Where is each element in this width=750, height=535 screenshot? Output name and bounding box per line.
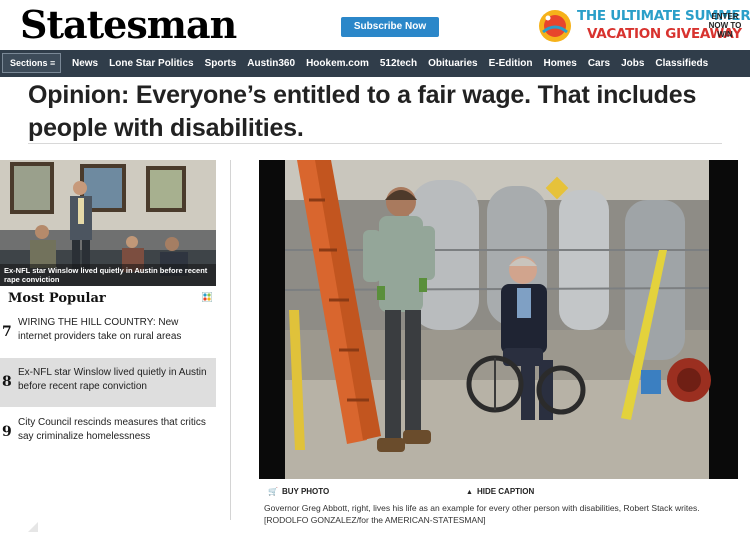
column-divider xyxy=(230,160,231,520)
list-item[interactable]: 8 Ex-NFL star Winslow lived quietly in A… xyxy=(0,358,216,407)
site-logo[interactable]: Statesman xyxy=(20,3,237,47)
article-photo[interactable] xyxy=(259,160,738,479)
brewery-scene-photo xyxy=(259,160,738,479)
hide-caption-label: HIDE CAPTION xyxy=(476,487,535,496)
nav-item-hookem[interactable]: Hookem.com xyxy=(306,58,369,69)
sections-menu-button[interactable]: Sections ≡ xyxy=(2,53,61,73)
teaser-story-image[interactable]: Ex-NFL star Winslow lived quietly in Aus… xyxy=(0,160,216,286)
summer-badge-icon xyxy=(539,10,571,42)
list-item-rank: 9 xyxy=(2,424,12,440)
nav-item-512tech[interactable]: 512tech xyxy=(380,58,417,69)
list-item-rank: 8 xyxy=(2,374,12,390)
caret-up-icon: ▲ xyxy=(466,489,473,496)
nav-item-jobs[interactable]: Jobs xyxy=(621,58,644,69)
list-item[interactable]: 9 City Council rescinds measures that cr… xyxy=(0,408,216,457)
header-ad-banner[interactable]: THE ULTIMATE SUMMER VACATION GIVEAWAY EN… xyxy=(537,6,750,46)
list-item-rank: 7 xyxy=(2,324,12,340)
nav-item-classifieds[interactable]: Classifieds xyxy=(655,58,708,69)
list-item-headline[interactable]: Ex-NFL star Winslow lived quietly in Aus… xyxy=(18,366,214,394)
most-popular-heading: Most Popular xyxy=(8,291,106,306)
nav-item-obituaries[interactable]: Obituaries xyxy=(428,58,477,69)
nav-item-e-edition[interactable]: E-Edition xyxy=(489,58,533,69)
nav-item-sports[interactable]: Sports xyxy=(205,58,237,69)
nav-links: News Lone Star Politics Sports Austin360… xyxy=(72,50,708,77)
list-item[interactable]: 7 WIRING THE HILL COUNTRY: New internet … xyxy=(0,308,216,357)
buy-photo-link[interactable]: 🛒 BUY PHOTO xyxy=(268,487,329,496)
list-item-headline[interactable]: WIRING THE HILL COUNTRY: New internet pr… xyxy=(18,316,214,344)
scroll-corner-icon[interactable] xyxy=(28,522,38,532)
nav-item-austin360[interactable]: Austin360 xyxy=(247,58,295,69)
page: Statesman Subscribe Now THE ULTIMATE SUM… xyxy=(0,0,750,535)
subscribe-button[interactable]: Subscribe Now xyxy=(341,17,439,37)
photo-toolbar: 🛒 BUY PHOTO ▲ HIDE CAPTION xyxy=(264,487,738,501)
nav-item-homes[interactable]: Homes xyxy=(543,58,576,69)
cart-icon: 🛒 xyxy=(268,487,278,496)
photo-caption: Governor Greg Abbott, right, lives his l… xyxy=(264,503,700,525)
main-nav: Sections ≡ News Lone Star Politics Sport… xyxy=(0,50,750,77)
teaser-caption[interactable]: Ex-NFL star Winslow lived quietly in Aus… xyxy=(0,264,216,286)
nav-item-lone-star-politics[interactable]: Lone Star Politics xyxy=(109,58,193,69)
hide-caption-toggle[interactable]: ▲ HIDE CAPTION xyxy=(466,487,534,496)
site-header: Statesman Subscribe Now THE ULTIMATE SUM… xyxy=(0,0,750,50)
nav-item-cars[interactable]: Cars xyxy=(588,58,610,69)
article-headline: Opinion: Everyone’s entitled to a fair w… xyxy=(28,81,697,142)
adchoices-icon[interactable] xyxy=(202,292,212,302)
headline-divider xyxy=(28,143,722,144)
ad-enter-cta[interactable]: ENTER NOW TO WIN xyxy=(705,12,745,39)
nav-item-news[interactable]: News xyxy=(72,58,98,69)
list-item-headline[interactable]: City Council rescinds measures that crit… xyxy=(18,416,214,444)
buy-photo-label: BUY PHOTO xyxy=(281,487,330,496)
